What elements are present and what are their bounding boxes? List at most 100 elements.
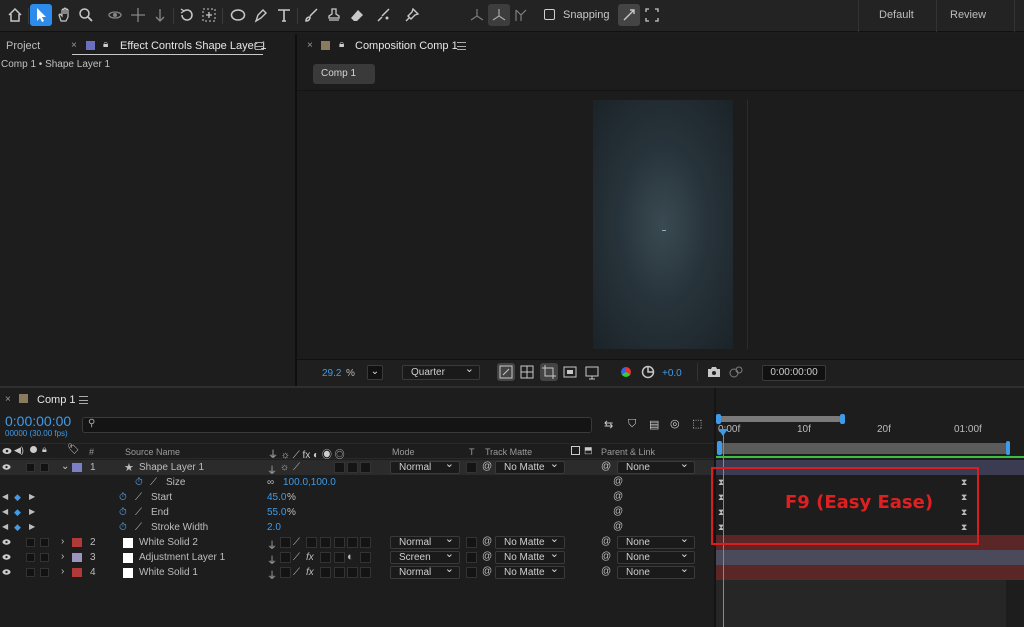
frame-blending-icon[interactable]: ▤ [649,418,659,431]
visibility-eye-icon[interactable] [2,538,11,546]
property-value[interactable]: 2.0 [267,522,281,533]
lock-icon[interactable]: 🔒︎ [339,39,344,50]
color-management-icon[interactable] [639,363,657,381]
tab-composition[interactable]: Composition Comp 1 [355,40,458,52]
eraser-tool-icon[interactable] [346,4,368,26]
preserve-transparency-toggle[interactable] [466,537,477,548]
source-name-column-header[interactable]: Source Name [125,447,180,457]
parent-dropdown[interactable]: None [617,459,695,474]
motion-blur-switch[interactable] [334,567,345,578]
world-axis-icon[interactable] [488,4,510,26]
snapshot-camera-icon[interactable] [705,363,723,381]
layer-row[interactable]: › 4 White Solid 1 ⏚ ⟋ fx Normal @ No Mat… [0,564,716,582]
selection-tool-icon[interactable] [30,4,52,26]
matte-pickwhip-icon[interactable]: @ [482,461,492,472]
layer-bar[interactable] [716,565,1024,580]
prev-keyframe-icon[interactable]: ◀ [2,522,8,531]
region-of-interest-icon[interactable] [540,363,558,381]
preserve-transparency-toggle[interactable] [466,552,477,563]
property-row[interactable]: ⏱ ⟋ Size ∞ 100.0,100.0 @ [0,475,716,490]
viewer-timecode[interactable]: 0:00:00:00 [762,365,826,381]
exposure-value[interactable]: +0.0 [662,368,682,379]
clone-stamp-tool-icon[interactable] [323,4,345,26]
parent-pickwhip-icon[interactable]: @ [601,536,611,547]
lock-toggle[interactable] [40,568,49,577]
graph-icon[interactable]: ⟋ [135,492,142,503]
quality-switch-icon[interactable]: ⟋ [293,537,300,548]
effects-switch[interactable] [306,537,317,548]
grid-guides-icon[interactable] [583,363,601,381]
stopwatch-icon[interactable]: ⏱ [119,522,127,533]
visibility-eye-icon[interactable] [2,463,11,471]
3d-switch[interactable] [360,552,371,563]
panel-menu-icon[interactable] [79,396,88,404]
keyframe-diamond-icon[interactable]: ◆ [14,507,21,518]
composition-canvas[interactable] [593,100,733,349]
comp-button[interactable]: Comp 1 [313,64,375,84]
rotate-tool-icon[interactable] [176,4,198,26]
mode-dropdown[interactable]: Normal [390,459,460,474]
parent-pickwhip-icon[interactable]: @ [601,566,611,577]
expression-pickwhip-icon[interactable]: @ [613,476,623,487]
hand-tool-icon[interactable] [53,4,75,26]
parent-dropdown[interactable]: None [617,564,695,579]
motion-blur-switch[interactable] [334,462,345,473]
graph-icon[interactable]: ⟋ [135,507,142,518]
next-keyframe-icon[interactable]: ▶ [29,492,35,501]
3d-switch[interactable] [360,567,371,578]
fast-preview-icon[interactable] [497,363,515,381]
adjustment-switch[interactable] [347,462,358,473]
graph-icon[interactable]: ⟋ [150,477,157,488]
motion-blur-icon[interactable]: ◎ [670,417,680,430]
property-row[interactable]: ◀ ◆ ▶ ⏱ ⟋ Start 45.0 % @ [0,490,716,505]
close-icon[interactable]: × [307,40,313,51]
visibility-eye-icon[interactable] [2,568,11,576]
lock-toggle[interactable] [40,553,49,562]
work-area-start-handle[interactable] [717,441,722,455]
prev-keyframe-icon[interactable]: ◀ [2,492,8,501]
fx-switch-icon[interactable]: fx [306,552,314,563]
expression-pickwhip-icon[interactable]: @ [613,521,623,532]
solo-toggle[interactable] [26,553,35,562]
mode-dropdown[interactable]: Normal [390,564,460,579]
workspace-review[interactable]: Review [950,9,986,21]
visibility-eye-icon[interactable] [2,553,11,561]
layer-label-color[interactable] [72,568,82,577]
collapse-switch-icon[interactable]: ☼ [280,462,289,473]
shy-switch-icon[interactable]: ⏚ [267,567,277,582]
layer-name[interactable]: Shape Layer 1 [139,462,204,473]
property-row[interactable]: ◀ ◆ ▶ ⏱ ⟋ End 55.0 % @ [0,505,716,520]
draft-3d-icon[interactable]: ⇆ [604,418,613,431]
lock-toggle[interactable] [40,463,49,472]
chevron-down-icon[interactable]: ⌄ [61,461,69,472]
motion-blur-switch[interactable] [334,537,345,548]
collapse-switch[interactable] [280,567,291,578]
3d-switch[interactable] [360,537,371,548]
property-value[interactable]: 45.0 [267,492,286,503]
zoom-tool-icon[interactable] [75,4,97,26]
view-axis-icon[interactable] [510,4,532,26]
stopwatch-icon[interactable]: ⏱ [119,507,127,518]
anchor-point-tool-icon[interactable] [198,4,220,26]
tab-timeline-comp[interactable]: Comp 1 [37,394,76,406]
lock-icon[interactable]: 🔒︎ [103,39,108,50]
layer-label-color[interactable] [72,553,82,562]
keyframe-diamond-icon[interactable]: ◆ [14,522,21,533]
preserve-transparency-toggle[interactable] [466,567,477,578]
frame-blend-switch[interactable] [320,537,331,548]
dolly-camera-icon[interactable] [149,4,171,26]
layer-name[interactable]: Adjustment Layer 1 [139,552,225,563]
pan-camera-icon[interactable] [127,4,149,26]
transparency-grid-icon[interactable] [518,363,536,381]
workspace-default[interactable]: Default [879,9,914,21]
zoom-value[interactable]: 29.2 [322,368,341,379]
track-matte-dropdown[interactable]: No Matte [495,459,565,474]
tab-project[interactable]: Project [6,40,40,52]
solo-toggle[interactable] [26,568,35,577]
current-time[interactable]: 0:00:00:00 [5,413,71,429]
3d-switch[interactable] [360,462,371,473]
tab-effect-controls[interactable]: Effect Controls Shape Layer 1 [120,40,267,52]
brush-tool-icon[interactable] [300,4,322,26]
graph-icon[interactable]: ⟋ [135,522,142,533]
layer-row[interactable]: › 3 Adjustment Layer 1 ⏚ ⟋ fx ◐ Screen @… [0,549,716,567]
